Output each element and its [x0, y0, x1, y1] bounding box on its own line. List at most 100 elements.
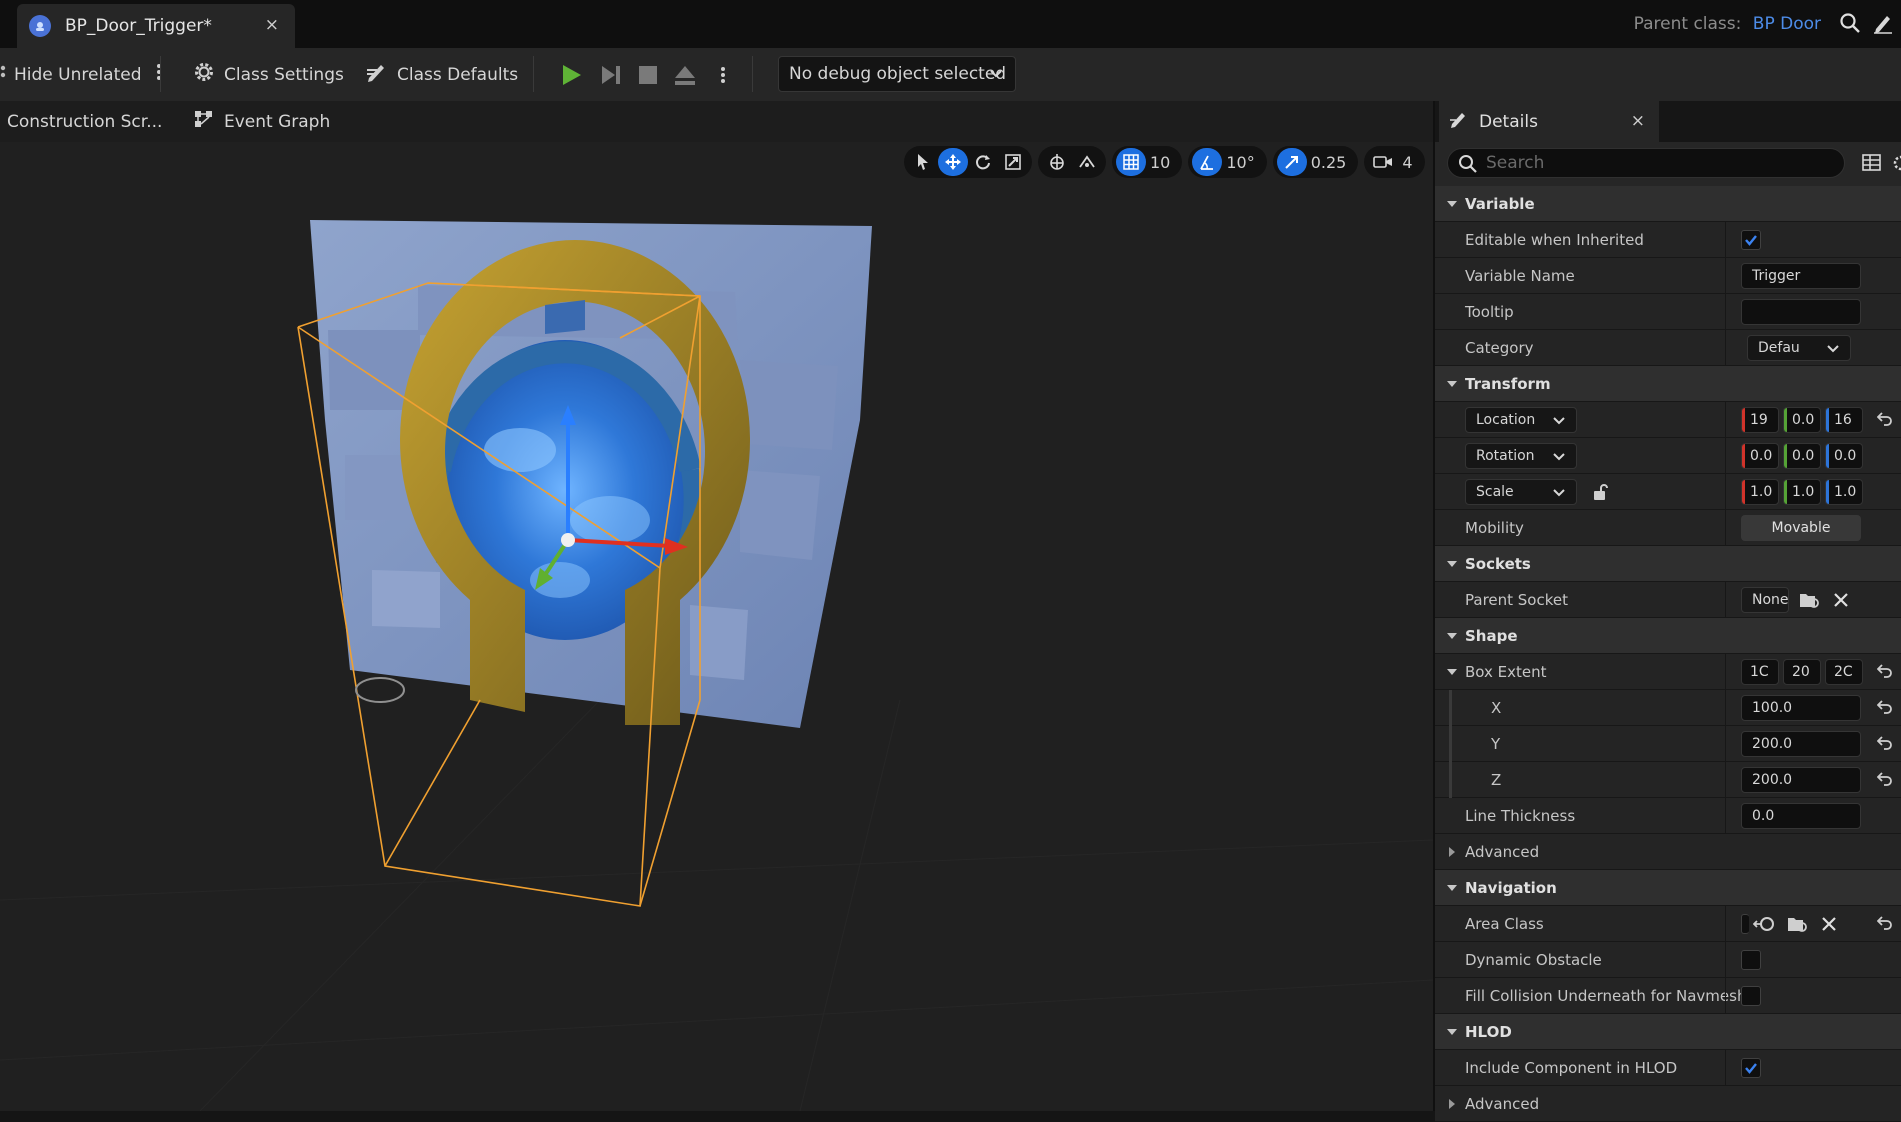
details-tab[interactable]: Details × [1439, 101, 1659, 142]
category-hlod[interactable]: HLOD [1435, 1014, 1901, 1050]
tab-construction-script[interactable]: Construction Scr... [7, 101, 162, 142]
camera-icon[interactable] [1368, 148, 1398, 176]
shape-advanced-toggle[interactable]: Advanced [1435, 834, 1901, 870]
class-settings-button[interactable]: Class Settings [192, 48, 344, 101]
debug-object-label: No debug object selected [789, 64, 1007, 84]
close-details-icon[interactable]: × [1631, 111, 1645, 131]
rotation-dropdown[interactable]: Rotation [1465, 443, 1577, 469]
translate-mode-icon[interactable] [938, 148, 968, 176]
search-icon[interactable] [1839, 12, 1861, 38]
reset-arrow-icon[interactable] [1877, 411, 1893, 427]
z-axis-marker [1826, 408, 1829, 432]
variable-name-label: Variable Name [1465, 266, 1575, 285]
play-options-icon[interactable] [720, 48, 726, 101]
box-z-input[interactable]: 200.0 [1741, 767, 1861, 793]
browse-folder-icon[interactable] [1799, 590, 1821, 610]
location-z-input[interactable]: 16 [1825, 407, 1863, 433]
details-search-input[interactable]: Search [1447, 148, 1845, 178]
collapse-triangle-icon[interactable] [1445, 665, 1459, 679]
box-extent-x-input[interactable]: 1C [1741, 659, 1779, 685]
scale-y-input[interactable]: 1.0 [1783, 479, 1821, 505]
location-dropdown[interactable]: Location [1465, 407, 1577, 433]
scale-snap-icon[interactable] [1276, 148, 1307, 176]
box-extent-z-input[interactable]: 2C [1825, 659, 1863, 685]
rotate-mode-icon[interactable] [968, 148, 998, 176]
clear-x-icon[interactable] [1821, 916, 1837, 932]
location-y-input[interactable]: 0.0 [1783, 407, 1821, 433]
area-class-picker[interactable] [1741, 914, 1749, 934]
browse-folder-icon[interactable] [1787, 914, 1809, 934]
step-forward-icon[interactable] [598, 48, 624, 101]
reset-arrow-icon[interactable] [1877, 663, 1893, 679]
rotation-y-input[interactable]: 0.0 [1783, 443, 1821, 469]
box-z-label: Z [1491, 770, 1502, 789]
parent-socket-value[interactable]: None [1741, 587, 1789, 613]
category-variable[interactable]: Variable [1435, 186, 1901, 222]
category-shape[interactable]: Shape [1435, 618, 1901, 654]
transform-header: Transform [1465, 374, 1551, 393]
construction-script-label: Construction Scr... [7, 111, 163, 132]
rotation-x-input[interactable]: 0.0 [1741, 443, 1779, 469]
category-sockets[interactable]: Sockets [1435, 546, 1901, 582]
tab-event-graph[interactable]: Event Graph [194, 101, 330, 142]
grid-snap-value: 10 [1150, 152, 1171, 172]
property-matrix-icon[interactable] [1862, 154, 1882, 176]
category-navigation[interactable]: Navigation [1435, 870, 1901, 906]
rotation-snap-icon[interactable] [1192, 148, 1223, 176]
box-extent-y-input[interactable]: 20 [1783, 659, 1821, 685]
scale-snap-group[interactable]: 0.25 [1272, 146, 1359, 178]
scale-z-input[interactable]: 1.0 [1825, 479, 1863, 505]
y-axis-marker [1784, 444, 1787, 468]
debug-object-dropdown[interactable]: No debug object selected [778, 56, 1016, 92]
reset-arrow-icon[interactable] [1877, 699, 1893, 715]
hlod-advanced-toggle[interactable]: Advanced [1435, 1086, 1901, 1122]
class-defaults-button[interactable]: Class Defaults [365, 48, 518, 101]
viewport[interactable]: 10 10° 0.25 4 [0, 142, 1433, 1111]
use-selected-icon[interactable] [1753, 914, 1775, 934]
include-hlod-checkbox[interactable] [1741, 1058, 1761, 1078]
eject-icon[interactable] [672, 48, 698, 101]
box-x-input[interactable]: 100.0 [1741, 695, 1861, 721]
editable-checkbox[interactable] [1741, 230, 1761, 250]
chevron-down-icon [1553, 453, 1565, 461]
edit-pencil-icon[interactable] [1873, 12, 1893, 38]
grid-snap-icon[interactable] [1116, 148, 1146, 176]
select-mode-icon[interactable] [908, 148, 938, 176]
category-dropdown[interactable]: Defau [1747, 335, 1851, 361]
settings-gear-icon[interactable] [1891, 154, 1901, 176]
location-x-input[interactable]: 19 [1741, 407, 1779, 433]
camera-speed-group[interactable]: 4 [1364, 146, 1425, 178]
line-thickness-input[interactable]: 0.0 [1741, 803, 1861, 829]
property-box-extent-y: Y 200.0 [1435, 726, 1901, 762]
category-transform[interactable]: Transform [1435, 366, 1901, 402]
grid-snap-group[interactable]: 10 [1112, 146, 1183, 178]
lock-open-icon[interactable] [1591, 483, 1609, 501]
box-y-input[interactable]: 200.0 [1741, 731, 1861, 757]
chevron-down-icon [1553, 417, 1565, 425]
scale-mode-icon[interactable] [998, 148, 1028, 176]
expand-triangle-icon [1449, 1099, 1455, 1109]
fill-collision-checkbox[interactable] [1741, 986, 1761, 1006]
reset-arrow-icon[interactable] [1877, 771, 1893, 787]
blueprint-tab[interactable]: BP_Door_Trigger* × [17, 4, 295, 48]
clear-x-icon[interactable] [1833, 592, 1849, 608]
stop-icon[interactable] [636, 48, 660, 101]
surface-snap-icon[interactable] [1072, 148, 1102, 176]
mobility-movable-button[interactable]: Movable [1741, 515, 1861, 541]
scale-dropdown[interactable]: Scale [1465, 479, 1577, 505]
scale-y-value: 1.0 [1792, 484, 1815, 500]
reset-arrow-icon[interactable] [1877, 735, 1893, 751]
blueprint-tab-title: BP_Door_Trigger* [65, 16, 212, 36]
rotation-snap-group[interactable]: 10° [1188, 146, 1267, 178]
close-tab-icon[interactable]: × [265, 15, 279, 35]
parent-class-link[interactable]: BP Door [1753, 14, 1821, 34]
reset-arrow-icon[interactable] [1877, 915, 1893, 931]
rotation-z-input[interactable]: 0.0 [1825, 443, 1863, 469]
dynamic-obstacle-checkbox[interactable] [1741, 950, 1761, 970]
scale-x-input[interactable]: 1.0 [1741, 479, 1779, 505]
play-button[interactable] [558, 48, 584, 101]
world-space-icon[interactable] [1042, 148, 1072, 176]
variable-name-input[interactable]: Trigger [1741, 263, 1861, 289]
tooltip-input[interactable] [1741, 299, 1861, 325]
hide-unrelated-button[interactable]: Hide Unrelated [0, 48, 162, 101]
